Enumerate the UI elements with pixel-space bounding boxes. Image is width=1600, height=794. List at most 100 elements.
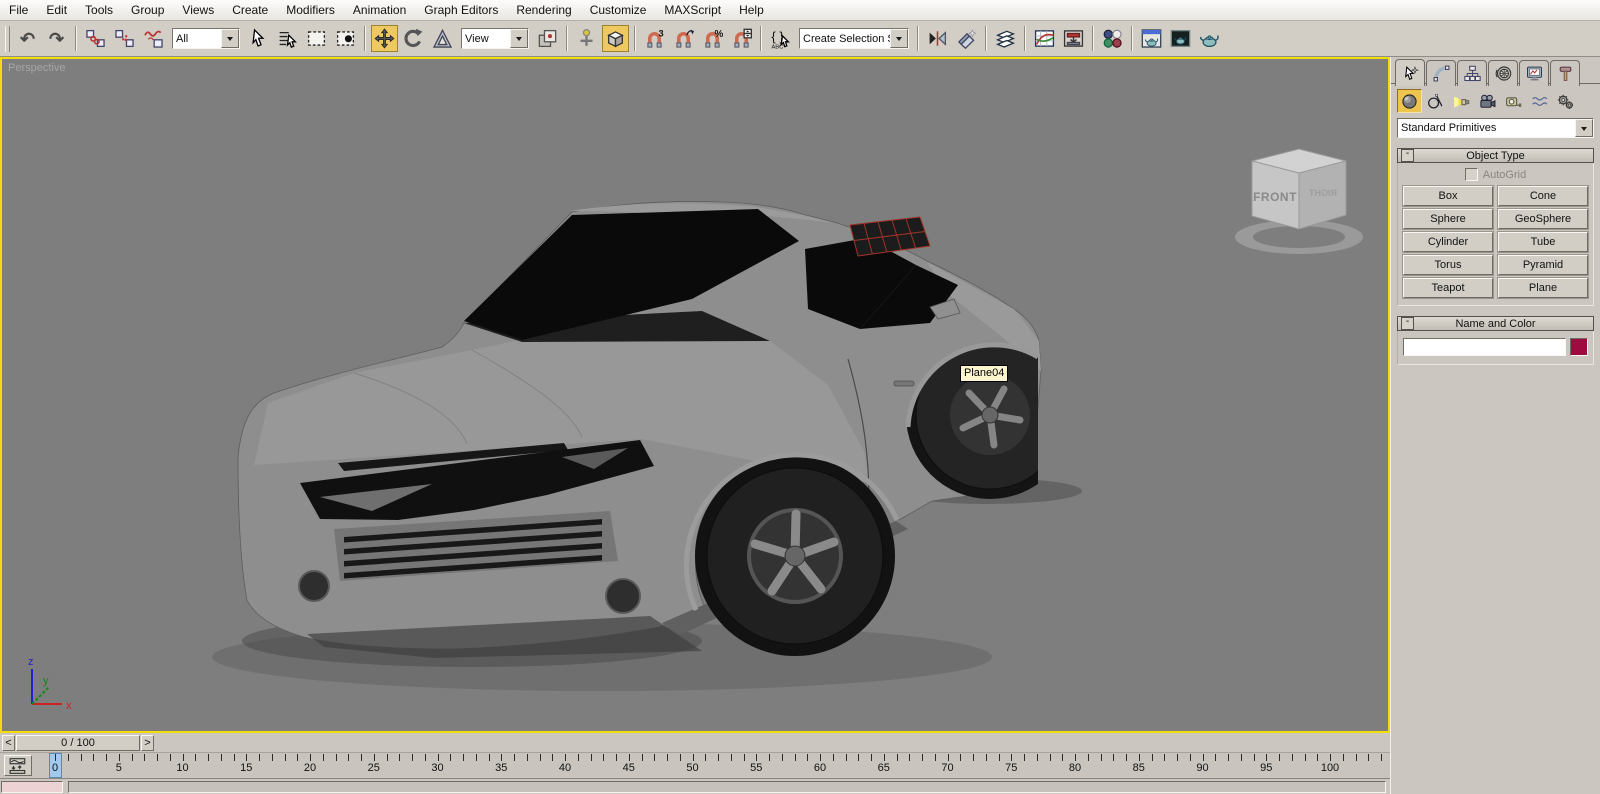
object-type-rollout-header[interactable]: - Object Type bbox=[1397, 148, 1594, 163]
tab-hierarchy[interactable] bbox=[1457, 60, 1487, 86]
menu-group[interactable]: Group bbox=[122, 1, 173, 19]
chevron-down-icon[interactable] bbox=[221, 29, 239, 48]
quick-render-icon[interactable] bbox=[1196, 25, 1223, 52]
combo-value: Create Selection Set bbox=[803, 32, 890, 45]
maxscript-mini-listener[interactable] bbox=[1, 781, 63, 793]
menu-modifiers[interactable]: Modifiers bbox=[277, 1, 344, 19]
menu-create[interactable]: Create bbox=[223, 1, 277, 19]
track-bar[interactable]: 0 5 10 15 20 25 30 35 40 45 50 55 60 65 70 75 80 85 90 95 10… bbox=[0, 753, 1390, 779]
chevron-down-icon[interactable] bbox=[1575, 119, 1593, 137]
select-and-manipulate-icon[interactable] bbox=[573, 25, 600, 52]
viewport-label[interactable]: Perspective bbox=[8, 62, 65, 74]
category-shapes[interactable] bbox=[1423, 89, 1448, 113]
category-cameras[interactable] bbox=[1475, 89, 1500, 113]
schematic-view-icon[interactable] bbox=[1060, 25, 1087, 52]
tab-create[interactable] bbox=[1395, 59, 1425, 86]
previous-frame-button[interactable]: < bbox=[2, 735, 15, 751]
unlink-selection-icon[interactable] bbox=[111, 25, 138, 52]
object-type-box[interactable]: Box bbox=[1403, 186, 1493, 206]
next-frame-button[interactable]: > bbox=[141, 735, 154, 751]
open-mini-curve-editor-button[interactable] bbox=[4, 755, 32, 776]
menu-help[interactable]: Help bbox=[730, 1, 773, 19]
select-and-rotate-icon[interactable] bbox=[400, 25, 427, 52]
named-selection-sets-dropdown[interactable]: Create Selection Set bbox=[799, 28, 909, 49]
mirror-icon[interactable] bbox=[924, 25, 951, 52]
object-type-pyramid[interactable]: Pyramid bbox=[1498, 255, 1588, 275]
render-setup-icon[interactable] bbox=[1138, 25, 1165, 52]
subcategory-dropdown[interactable]: Standard Primitives bbox=[1397, 118, 1594, 138]
object-type-torus[interactable]: Torus bbox=[1403, 255, 1493, 275]
viewcube-right-label[interactable]: RIGHT bbox=[1309, 188, 1338, 198]
category-systems[interactable] bbox=[1553, 89, 1578, 113]
viewport-canvas[interactable]: FRONT RIGHT z x y bbox=[2, 59, 1388, 731]
rectangular-selection-region-icon[interactable] bbox=[303, 25, 330, 52]
menu-views[interactable]: Views bbox=[173, 1, 223, 19]
category-space-warps[interactable] bbox=[1527, 89, 1552, 113]
object-type-plane[interactable]: Plane bbox=[1498, 278, 1588, 298]
curve-editor-icon[interactable] bbox=[1031, 25, 1058, 52]
name-and-color-rollout-header[interactable]: - Name and Color bbox=[1397, 316, 1594, 331]
align-icon[interactable] bbox=[953, 25, 980, 52]
bind-to-space-warp-icon[interactable] bbox=[140, 25, 167, 52]
layer-manager-icon[interactable] bbox=[992, 25, 1019, 52]
object-type-cylinder[interactable]: Cylinder bbox=[1403, 232, 1493, 252]
object-name-input[interactable] bbox=[1403, 338, 1566, 356]
menu-maxscript[interactable]: MAXScript bbox=[655, 1, 730, 19]
ruler-tick bbox=[322, 754, 324, 761]
percent-snap-icon[interactable]: % bbox=[699, 25, 726, 52]
menu-graph-editors[interactable]: Graph Editors bbox=[415, 1, 507, 19]
object-type-tube[interactable]: Tube bbox=[1498, 232, 1588, 252]
menu-file[interactable]: File bbox=[0, 1, 37, 19]
tab-display[interactable] bbox=[1519, 60, 1549, 86]
reference-coordinate-system-dropdown[interactable]: View bbox=[461, 28, 529, 49]
autogrid-checkbox[interactable] bbox=[1464, 168, 1478, 181]
selection-filter-dropdown[interactable]: All bbox=[172, 28, 240, 49]
selected-plane-wireframe[interactable] bbox=[849, 216, 931, 257]
angle-snap-icon[interactable] bbox=[670, 25, 697, 52]
snaps-toggle-3d-icon[interactable]: 3 bbox=[641, 25, 668, 52]
undo-icon[interactable]: ↶ bbox=[14, 25, 41, 52]
object-type-cone[interactable]: Cone bbox=[1498, 186, 1588, 206]
window-crossing-toggle-icon[interactable] bbox=[332, 25, 359, 52]
spinner-snap-icon[interactable] bbox=[728, 25, 755, 52]
select-and-scale-icon[interactable] bbox=[429, 25, 456, 52]
category-helpers[interactable] bbox=[1501, 89, 1526, 113]
toolbar-grip[interactable] bbox=[5, 25, 10, 52]
ruler-tick bbox=[1291, 754, 1293, 761]
time-slider-button[interactable]: 0 / 100 bbox=[16, 735, 140, 751]
use-pivot-point-center-icon[interactable] bbox=[534, 25, 561, 52]
object-color-swatch[interactable] bbox=[1570, 338, 1588, 356]
perspective-viewport[interactable]: FRONT RIGHT z x y Perspective Plane04 bbox=[0, 57, 1390, 733]
viewcube-front-label[interactable]: FRONT bbox=[1253, 190, 1297, 204]
menu-customize[interactable]: Customize bbox=[581, 1, 656, 19]
edit-named-selection-sets-icon[interactable]: { } ABC bbox=[767, 25, 794, 52]
menu-edit[interactable]: Edit bbox=[37, 1, 76, 19]
car-model-object[interactable] bbox=[212, 201, 1082, 691]
object-type-sphere[interactable]: Sphere bbox=[1403, 209, 1493, 229]
chevron-down-icon[interactable] bbox=[890, 29, 908, 48]
tab-utilities[interactable] bbox=[1550, 60, 1580, 86]
tab-modify[interactable] bbox=[1426, 60, 1456, 86]
menu-rendering[interactable]: Rendering bbox=[507, 1, 580, 19]
viewcube[interactable]: FRONT RIGHT bbox=[1235, 148, 1363, 254]
collapse-minus-icon[interactable]: - bbox=[1401, 317, 1414, 330]
collapse-minus-icon[interactable]: - bbox=[1401, 149, 1414, 162]
select-and-link-icon[interactable] bbox=[82, 25, 109, 52]
category-geometry[interactable] bbox=[1397, 89, 1422, 113]
rendered-frame-window-icon[interactable] bbox=[1167, 25, 1194, 52]
time-slider-row[interactable]: < 0 / 100 > bbox=[0, 733, 1390, 753]
chevron-down-icon[interactable] bbox=[510, 29, 528, 48]
category-lights[interactable] bbox=[1449, 89, 1474, 113]
object-type-teapot[interactable]: Teapot bbox=[1403, 278, 1493, 298]
tab-motion[interactable] bbox=[1488, 60, 1518, 86]
object-type-geosphere[interactable]: GeoSphere bbox=[1498, 209, 1588, 229]
select-by-name-icon[interactable] bbox=[274, 25, 301, 52]
menu-tools[interactable]: Tools bbox=[76, 1, 122, 19]
select-and-move-icon[interactable] bbox=[371, 25, 398, 52]
redo-icon[interactable]: ↷ bbox=[43, 25, 70, 52]
select-object-icon[interactable] bbox=[245, 25, 272, 52]
material-editor-icon[interactable] bbox=[1099, 25, 1126, 52]
ruler-label: 50 bbox=[686, 762, 699, 774]
menu-animation[interactable]: Animation bbox=[344, 1, 415, 19]
keyboard-shortcut-override-icon[interactable] bbox=[602, 25, 629, 52]
